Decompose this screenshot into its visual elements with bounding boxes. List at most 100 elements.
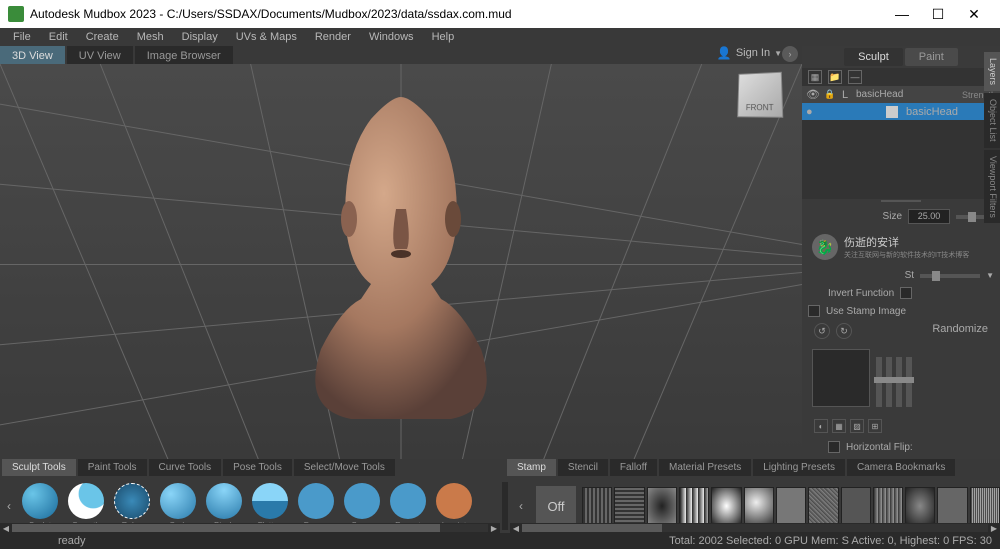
stamp-preview[interactable] bbox=[812, 349, 870, 407]
hflip-label: Horizontal Flip: bbox=[846, 442, 913, 453]
btab-camera[interactable]: Camera Bookmarks bbox=[847, 459, 955, 476]
stamp-7[interactable] bbox=[776, 487, 806, 525]
strength-slider[interactable] bbox=[920, 274, 980, 278]
new-layer-icon[interactable]: ▦ bbox=[808, 70, 822, 84]
stamp-6[interactable] bbox=[744, 487, 774, 525]
stamp-8[interactable] bbox=[808, 487, 838, 525]
tools-prev[interactable]: ‹ bbox=[0, 499, 18, 513]
tab-image-browser[interactable]: Image Browser bbox=[135, 46, 233, 66]
size-value[interactable]: 25.00 bbox=[908, 209, 950, 224]
vslider-4[interactable] bbox=[906, 357, 912, 407]
btab-pose-tools[interactable]: Pose Tools bbox=[223, 459, 292, 476]
head-model bbox=[291, 89, 511, 419]
stamp-9[interactable] bbox=[841, 487, 871, 525]
viewcube[interactable]: FRONT bbox=[737, 72, 783, 118]
btab-lighting[interactable]: Lighting Presets bbox=[753, 459, 845, 476]
menu-render[interactable]: Render bbox=[308, 30, 358, 44]
btab-curve-tools[interactable]: Curve Tools bbox=[149, 459, 222, 476]
menu-create[interactable]: Create bbox=[79, 30, 126, 44]
hflip-checkbox[interactable] bbox=[828, 441, 840, 453]
btab-material[interactable]: Material Presets bbox=[659, 459, 751, 476]
usestamp-checkbox[interactable] bbox=[808, 305, 820, 317]
menu-uvs[interactable]: UVs & Maps bbox=[229, 30, 304, 44]
separator bbox=[502, 482, 508, 530]
signin-label: Sign In bbox=[736, 47, 770, 59]
menu-windows[interactable]: Windows bbox=[362, 30, 421, 44]
btab-stamp[interactable]: Stamp bbox=[507, 459, 556, 476]
stamps-scrollbar[interactable]: ◀▶ bbox=[510, 523, 1000, 533]
vslider-2[interactable] bbox=[886, 357, 892, 407]
right-panel: Sculpt Paint ▦ 📁 — 👁 🔒 L basicHead Stren… bbox=[802, 46, 1000, 459]
window-title: Autodesk Mudbox 2023 - C:/Users/SSDAX/Do… bbox=[30, 7, 884, 21]
vslider-3[interactable] bbox=[896, 357, 902, 407]
opt-icon-2[interactable]: ▦ bbox=[832, 419, 846, 433]
delete-icon[interactable]: — bbox=[848, 70, 862, 84]
invert-checkbox[interactable] bbox=[900, 287, 912, 299]
stamps-prev[interactable]: ‹ bbox=[512, 499, 530, 513]
stamp-5[interactable] bbox=[711, 487, 741, 525]
lock-icon[interactable]: 🔒 bbox=[824, 89, 838, 100]
vslider-1[interactable] bbox=[876, 357, 882, 407]
properties: Size 25.00 🐉 伤逝的安详 关注互联网与新的软件技术的IT技术博客 S… bbox=[802, 203, 1000, 459]
rtab-paint[interactable]: Paint bbox=[905, 48, 958, 66]
layer-root-name: basicHead bbox=[856, 89, 958, 100]
side-layers[interactable]: Layers bbox=[984, 52, 1000, 91]
tab-3d-view[interactable]: 3D View bbox=[0, 46, 65, 66]
watermark-sub: 关注互联网与新的软件技术的IT技术博客 bbox=[844, 250, 969, 260]
btab-falloff[interactable]: Falloff bbox=[610, 459, 657, 476]
layer-toolbar: ▦ 📁 — bbox=[802, 68, 1000, 86]
opt-icon-4[interactable]: ⊞ bbox=[868, 419, 882, 433]
tab-uv-view[interactable]: UV View bbox=[67, 46, 133, 66]
eye-icon[interactable]: ● bbox=[806, 106, 820, 118]
rotate-ccw-icon[interactable]: ↺ bbox=[814, 323, 830, 339]
minimize-button[interactable]: — bbox=[884, 0, 920, 28]
stamp-3[interactable] bbox=[647, 487, 677, 525]
opt-icon-3[interactable]: ▨ bbox=[850, 419, 864, 433]
panel-toggle[interactable]: › bbox=[782, 46, 798, 62]
layer-child[interactable]: ● basicHead bbox=[802, 103, 1000, 120]
menu-mesh[interactable]: Mesh bbox=[130, 30, 171, 44]
eye-icon[interactable]: 👁 bbox=[806, 88, 820, 101]
stamp-12[interactable] bbox=[937, 487, 967, 525]
signin[interactable]: 👤 Sign In ▼ bbox=[717, 46, 782, 60]
menu-display[interactable]: Display bbox=[175, 30, 225, 44]
side-objectlist[interactable]: Object List bbox=[984, 93, 1000, 148]
maximize-button[interactable]: ☐ bbox=[920, 0, 956, 28]
layer-root[interactable]: 👁 🔒 L basicHead Strength bbox=[802, 86, 1000, 103]
chevron-down-icon[interactable]: ▼ bbox=[986, 271, 994, 280]
stamp-10[interactable] bbox=[873, 487, 903, 525]
stamp-off[interactable]: Off bbox=[536, 486, 576, 526]
opt-icon-1[interactable]: ◐ bbox=[814, 419, 828, 433]
tools-scrollbar[interactable]: ◀▶ bbox=[0, 523, 500, 533]
stamp-2[interactable] bbox=[614, 487, 644, 525]
stamp-11[interactable] bbox=[905, 487, 935, 525]
size-label: Size bbox=[883, 211, 902, 222]
menu-edit[interactable]: Edit bbox=[42, 30, 75, 44]
btab-paint-tools[interactable]: Paint Tools bbox=[78, 459, 147, 476]
menu-file[interactable]: File bbox=[6, 30, 38, 44]
watermark-icon: 🐉 bbox=[812, 234, 838, 260]
btab-stencil[interactable]: Stencil bbox=[558, 459, 608, 476]
stamp-1[interactable] bbox=[582, 487, 612, 525]
status-stats: Total: 2002 Selected: 0 GPU Mem: S Activ… bbox=[669, 535, 992, 547]
titlebar: Autodesk Mudbox 2023 - C:/Users/SSDAX/Do… bbox=[0, 0, 1000, 28]
invert-label: Invert Function bbox=[828, 288, 894, 299]
status-ready: ready bbox=[58, 535, 86, 547]
rotate-cw-icon[interactable]: ↻ bbox=[836, 323, 852, 339]
viewport[interactable]: FRONT bbox=[0, 64, 802, 459]
app-icon bbox=[8, 6, 24, 22]
stamp-4[interactable] bbox=[679, 487, 709, 525]
side-viewport-filters[interactable]: Viewport Filters bbox=[984, 150, 1000, 224]
stamp-13[interactable] bbox=[970, 487, 1000, 525]
bottom-panel: Sculpt Tools Paint Tools Curve Tools Pos… bbox=[0, 459, 1000, 549]
menubar: File Edit Create Mesh Display UVs & Maps… bbox=[0, 28, 1000, 46]
layer-tree: 👁 🔒 L basicHead Strength ● basicHead bbox=[802, 86, 1000, 199]
menu-help[interactable]: Help bbox=[425, 30, 462, 44]
folder-icon[interactable]: 📁 bbox=[828, 70, 842, 84]
btab-select-tools[interactable]: Select/Move Tools bbox=[294, 459, 395, 476]
randomize-label: Randomize bbox=[932, 323, 988, 339]
rtab-sculpt[interactable]: Sculpt bbox=[844, 48, 903, 66]
close-button[interactable]: ✕ bbox=[956, 0, 992, 28]
l-label: L bbox=[842, 89, 852, 101]
btab-sculpt-tools[interactable]: Sculpt Tools bbox=[2, 459, 76, 476]
